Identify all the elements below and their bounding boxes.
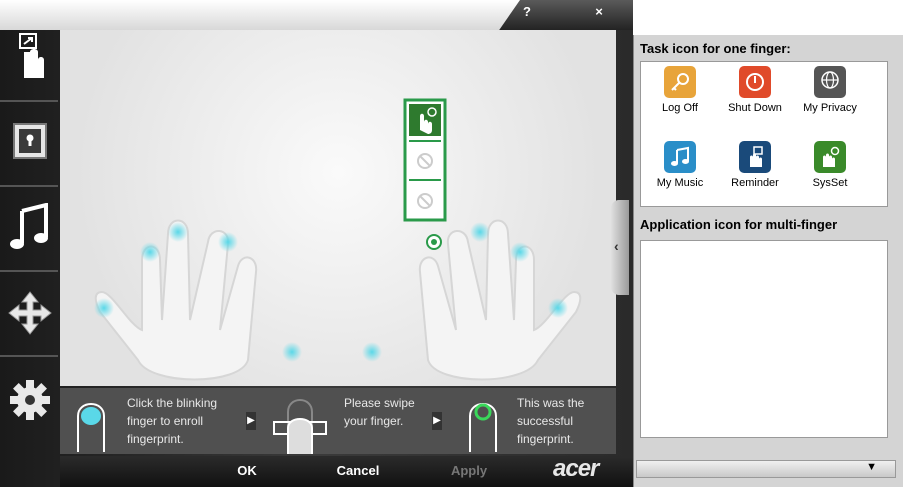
close-button[interactable]: × — [584, 4, 614, 19]
sidebar-item-lock[interactable] — [4, 102, 56, 182]
gear-icon — [10, 380, 50, 420]
tip-text: successful — [517, 414, 574, 428]
task-icon-shut-down[interactable]: Shut Down — [720, 66, 790, 114]
swipe-finger-icon — [273, 399, 327, 454]
task-icon-my-music[interactable]: My Music — [645, 141, 715, 189]
task-icon-label: SysSet — [812, 177, 848, 189]
dropdown-arrow-icon: ▼ — [866, 461, 877, 473]
title-bar-highlight — [0, 0, 520, 30]
help-button[interactable]: ? — [512, 4, 542, 19]
reminder-finger-icon — [739, 141, 771, 173]
music-note-icon — [664, 141, 696, 173]
tip-success: This was the successful fingerprint. — [442, 388, 616, 454]
tip-text: your finger. — [344, 414, 404, 428]
task-icon-label: My Privacy — [803, 102, 857, 114]
sidebar-item-music[interactable] — [4, 188, 56, 268]
reminder-finger-icon — [19, 33, 44, 78]
panel-dropdown[interactable]: ▼ — [636, 460, 896, 478]
task-icon-label: Shut Down — [728, 102, 782, 114]
tip-text: fingerprint. — [517, 432, 574, 446]
divider — [0, 355, 58, 357]
lock-icon — [13, 123, 47, 159]
right-panel: Task icon for one finger: Log Off Shut D… — [633, 35, 903, 487]
task-icon-label: Reminder — [731, 177, 779, 189]
sysset-gear-finger-icon — [814, 141, 846, 173]
instruction-bar: Click the blinking finger to enroll fing… — [60, 388, 616, 454]
key-icon — [664, 66, 696, 98]
acer-logo: acer — [553, 455, 599, 482]
collapse-handle[interactable]: ‹ — [611, 200, 629, 295]
divider — [0, 270, 58, 272]
task-slot-column — [403, 98, 447, 222]
task-icon-log-off[interactable]: Log Off — [645, 66, 715, 114]
finger-success-icon — [469, 403, 497, 452]
sidebar-item-settings[interactable] — [4, 360, 56, 440]
tip-text: This was the — [517, 396, 585, 410]
tip-text: finger to enroll — [127, 414, 204, 428]
cancel-button[interactable]: Cancel — [327, 463, 389, 478]
tip-text: fingerprint. — [127, 432, 184, 446]
enroll-canvas — [60, 30, 616, 386]
chevron-left-icon: ‹ — [614, 238, 619, 254]
globe-hand-icon — [814, 66, 846, 98]
app-icon-list[interactable] — [640, 240, 888, 438]
move-arrows-icon — [8, 291, 52, 335]
power-icon — [739, 66, 771, 98]
task-icon-sysset[interactable]: SysSet — [795, 141, 865, 189]
tip-text: Click the blinking — [127, 396, 218, 410]
chevron-right-icon: ▶ — [246, 412, 256, 430]
hands-illustration — [94, 98, 582, 381]
task-icon-title: Task icon for one finger: — [640, 41, 791, 56]
task-icon-my-privacy[interactable]: My Privacy — [795, 66, 865, 114]
sidebar-item-reminder[interactable] — [4, 18, 56, 98]
sidebar-item-move[interactable] — [4, 273, 56, 353]
divider — [0, 185, 58, 187]
tip-enroll: Click the blinking finger to enroll fing… — [60, 388, 246, 454]
chevron-right-icon: ▶ — [432, 412, 442, 430]
task-icon-label: Log Off — [662, 102, 698, 114]
app-icon-title: Application icon for multi-finger — [640, 217, 838, 232]
ok-button[interactable]: OK — [227, 463, 267, 478]
task-icon-list: Log Off Shut Down My Privacy My Music Re… — [640, 61, 888, 207]
task-icon-reminder[interactable]: Reminder — [720, 141, 790, 189]
finger-blink-icon — [77, 403, 105, 452]
tip-text: Please swipe — [344, 396, 415, 410]
music-note-icon — [10, 203, 48, 249]
tip-swipe: Please swipe your finger. — [256, 388, 432, 454]
sidebar — [0, 0, 58, 487]
task-icon-label: My Music — [656, 177, 704, 189]
apply-button[interactable]: Apply — [444, 463, 494, 478]
